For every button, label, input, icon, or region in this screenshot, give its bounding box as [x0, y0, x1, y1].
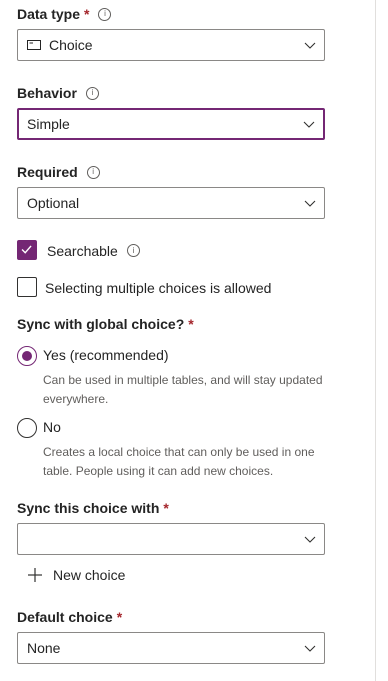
chevron-down-icon	[304, 200, 316, 207]
sync-yes-description: Can be used in multiple tables, and will…	[43, 373, 323, 406]
default-choice-value: None	[27, 640, 61, 656]
chevron-down-icon	[304, 42, 316, 49]
info-icon[interactable]: i	[126, 244, 140, 257]
checkmark-icon	[21, 245, 32, 254]
sync-no-description: Creates a local choice that can only be …	[43, 445, 315, 478]
required-asterisk: *	[116, 609, 123, 625]
info-icon[interactable]: i	[86, 165, 100, 179]
sync-no-radio[interactable]	[17, 418, 37, 438]
data-type-dropdown[interactable]: Choice	[17, 29, 325, 61]
sync-global-label-text: Sync with global choice?	[17, 316, 185, 332]
data-type-label-text: Data type	[17, 6, 81, 22]
data-type-value: Choice	[49, 37, 93, 53]
searchable-label-text: Searchable	[47, 242, 118, 259]
chevron-down-icon	[304, 536, 316, 543]
chevron-down-icon	[303, 121, 315, 128]
default-choice-label-text: Default choice	[17, 609, 113, 625]
required-asterisk: *	[84, 6, 90, 22]
sync-with-label-text: Sync this choice with	[17, 500, 160, 516]
required-asterisk: *	[163, 500, 169, 516]
required-dropdown[interactable]: Optional	[17, 187, 325, 219]
multi-select-label: Selecting multiple choices is allowed	[45, 279, 272, 296]
sync-with-dropdown[interactable]	[17, 523, 325, 555]
required-value: Optional	[27, 195, 80, 211]
default-choice-dropdown[interactable]: None	[17, 632, 325, 664]
default-choice-label: Default choice *	[17, 608, 122, 626]
new-choice-label: New choice	[53, 567, 126, 583]
required-label: Required i	[17, 163, 100, 181]
data-type-label: Data type * i	[17, 5, 112, 23]
sync-yes-radio[interactable]	[17, 346, 37, 366]
behavior-dropdown[interactable]: Simple	[17, 108, 325, 140]
behavior-label-text: Behavior	[17, 85, 77, 101]
required-asterisk: *	[188, 316, 194, 332]
sync-global-label: Sync with global choice? *	[17, 315, 194, 333]
searchable-checkbox[interactable]	[17, 240, 37, 260]
searchable-label: Searchable i	[47, 241, 140, 260]
behavior-value: Simple	[27, 116, 70, 132]
required-label-text: Required	[17, 164, 78, 180]
multi-select-checkbox[interactable]	[17, 277, 37, 297]
choice-type-icon	[27, 40, 41, 50]
new-choice-button[interactable]: New choice	[27, 565, 125, 585]
behavior-label: Behavior i	[17, 84, 99, 102]
panel-divider	[375, 0, 376, 681]
sync-yes-label[interactable]: Yes (recommended)	[43, 347, 169, 363]
chevron-down-icon	[304, 645, 316, 652]
info-icon[interactable]: i	[98, 7, 112, 21]
plus-icon	[28, 568, 42, 582]
sync-no-label[interactable]: No	[43, 419, 61, 435]
info-icon[interactable]: i	[85, 86, 99, 100]
sync-with-label: Sync this choice with *	[17, 499, 169, 517]
